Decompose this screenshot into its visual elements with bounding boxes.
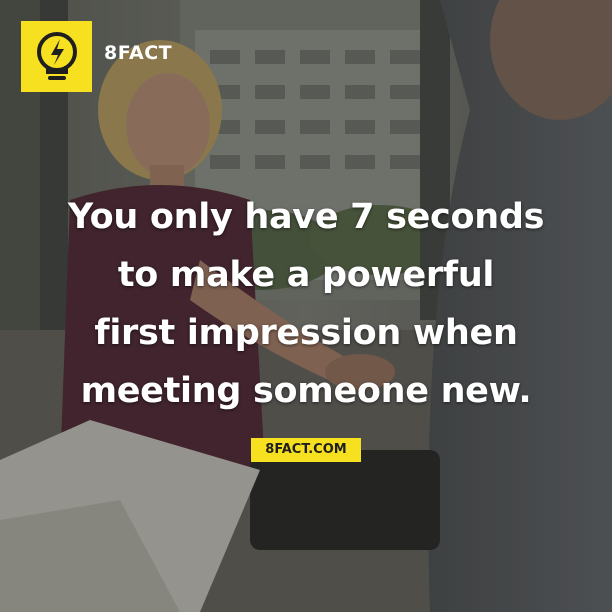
headline-line: You only have 7 seconds [67, 197, 545, 237]
fact-card: 8FACT You only have 7 seconds to make a … [0, 0, 612, 612]
brand-name: 8FACT [104, 42, 173, 64]
lightbulb-lightning-icon [36, 31, 77, 80]
headline-line: first impression when [94, 313, 518, 353]
brand-logo [21, 21, 92, 92]
headline-line: meeting someone new. [80, 371, 532, 411]
fact-headline: You only have 7 seconds to make a powerf… [30, 188, 582, 420]
headline-line: to make a powerful [117, 255, 495, 295]
source-badge: 8FACT.COM [251, 438, 361, 462]
